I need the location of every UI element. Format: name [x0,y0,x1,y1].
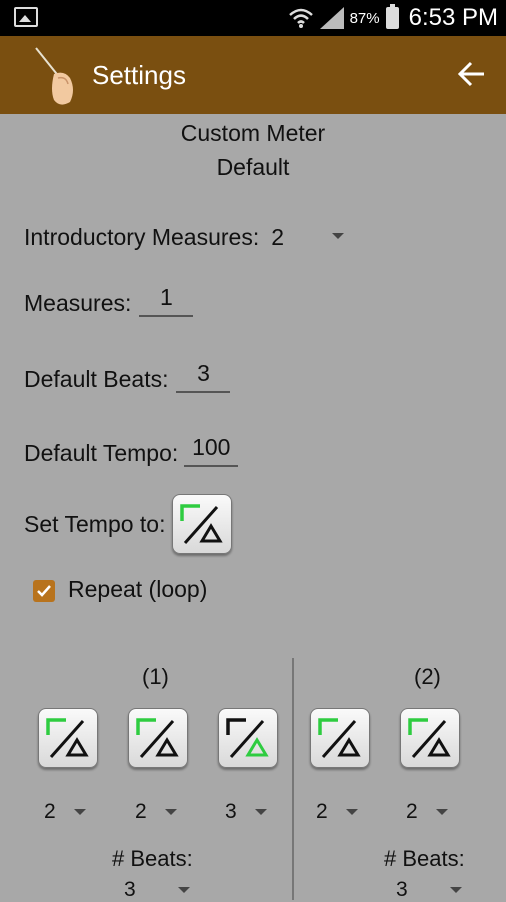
repeat-label: Repeat (loop) [68,576,208,602]
app-bar: Settings [0,36,506,114]
measure-2-beats-label: # Beats: [384,846,465,871]
measure-1-beats-select[interactable]: 3 [124,878,190,902]
conducting-pattern-icon [46,718,89,758]
conducting-pattern-icon [318,718,361,758]
dropdown-arrow-icon [177,887,190,893]
dropdown-arrow-icon [449,887,462,893]
beat-pattern-button[interactable] [38,708,98,768]
beat-select-value: 2 [316,800,328,823]
image-icon [14,7,38,27]
intro-measures-spinner[interactable]: 2 [271,224,345,251]
back-arrow-icon[interactable] [456,56,488,92]
check-icon [37,585,51,597]
default-tempo-row: Default Tempo: 100 [24,434,239,467]
beat-select[interactable]: 2 [135,800,177,824]
default-beats-row: Default Beats: 3 [24,360,231,393]
measure-2-beats-value: 3 [396,878,408,901]
battery-percent: 87% [349,9,380,27]
beat-select[interactable]: 2 [406,800,448,824]
beat-select-value: 2 [135,800,147,823]
measures-row: Measures: 1 [24,284,194,317]
beat-select[interactable]: 2 [316,800,358,824]
beat-pattern-button[interactable] [218,708,278,768]
battery-icon [385,4,399,29]
dropdown-arrow-icon [435,809,448,815]
intro-measures-value: 2 [271,224,285,250]
meter-name: Custom Meter [180,120,326,146]
page-title: Settings [92,60,186,90]
set-tempo-label: Set Tempo to: [24,510,166,537]
dropdown-arrow-icon [164,809,177,815]
measure-1-beats-label: # Beats: [112,846,193,871]
default-beats-field[interactable]: 3 [176,360,231,393]
set-tempo-button[interactable] [171,494,232,554]
beat-select-value: 3 [225,800,237,823]
measures-field[interactable]: 1 [139,284,194,317]
meter-preset: Default [216,154,290,180]
beat-select[interactable]: 2 [44,800,86,824]
intro-measures-row: Introductory Measures: 2 [24,224,345,251]
conducting-pattern-icon [408,718,451,758]
set-tempo-row: Set Tempo to: [24,494,232,554]
default-tempo-field[interactable]: 100 [184,434,239,467]
dropdown-arrow-icon [73,809,86,815]
repeat-checkbox[interactable] [33,580,55,602]
measure-1-beats-value: 3 [124,878,136,901]
wifi-icon [288,8,313,28]
settings-content: Custom Meter Default Introductory Measur… [0,114,506,902]
beat-select-value: 2 [44,800,56,823]
measure-2-beats-select[interactable]: 3 [396,878,462,902]
beat-select-value: 2 [406,800,418,823]
measure-2-label: (2) [414,664,441,689]
beat-select[interactable]: 3 [225,800,267,824]
default-beats-label: Default Beats: [24,366,169,392]
measure-divider [292,658,294,900]
dropdown-arrow-icon [345,809,358,815]
conducting-pattern-icon [179,504,223,544]
signal-icon [319,7,344,29]
conducting-pattern-icon [136,718,179,758]
measure-1-label: (1) [142,664,169,689]
dropdown-arrow-icon [254,809,267,815]
beat-pattern-button[interactable] [310,708,370,768]
intro-measures-label: Introductory Measures: [24,224,260,250]
dropdown-arrow-icon [332,232,345,239]
beat-pattern-button[interactable] [400,708,460,768]
conductor-logo-icon [35,47,73,105]
status-bar: 87% 6:53 PM [0,0,506,36]
conducting-pattern-icon [226,718,269,758]
beat-pattern-button[interactable] [128,708,188,768]
default-tempo-label: Default Tempo: [24,440,179,466]
measures-label: Measures: [24,290,132,316]
clock: 6:53 PM [408,4,498,31]
